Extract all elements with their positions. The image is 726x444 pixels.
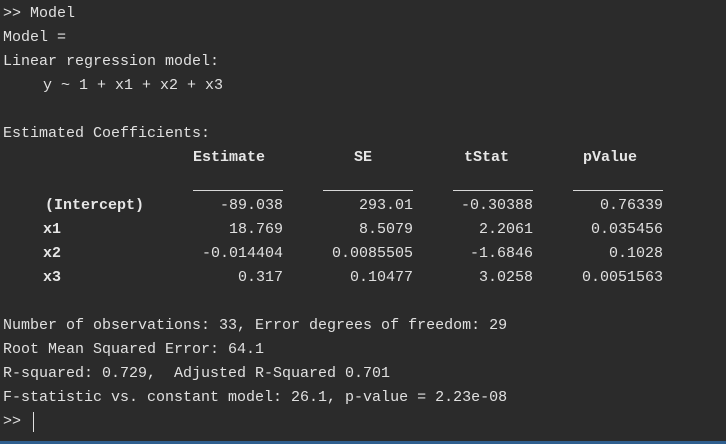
table-cell-se: 8.5079 xyxy=(358,221,413,238)
stat-fstatistic: F-statistic vs. constant model: 26.1, p-… xyxy=(3,389,508,406)
table-cell-se: 0.0085505 xyxy=(331,245,413,262)
text-cursor[interactable] xyxy=(33,412,34,432)
command-echo: >> Model xyxy=(3,5,76,22)
row-label-x2: x2 xyxy=(43,245,62,262)
table-cell-tstat: 3.0258 xyxy=(478,269,533,286)
command-prompt: >> xyxy=(3,413,22,430)
header-underline xyxy=(323,190,413,191)
column-header-se: SE xyxy=(354,149,373,166)
stat-observations: Number of observations: 33, Error degree… xyxy=(3,317,508,334)
header-underline xyxy=(193,190,283,191)
row-label-x1: x1 xyxy=(43,221,62,238)
table-cell-se: 0.10477 xyxy=(349,269,413,286)
table-cell-pvalue: 0.0051563 xyxy=(581,269,663,286)
row-label-intercept: (Intercept) xyxy=(45,197,145,214)
table-cell-estimate: -89.038 xyxy=(219,197,283,214)
table-cell-tstat: 2.2061 xyxy=(478,221,533,238)
stat-rsquared: R-squared: 0.729, Adjusted R-Squared 0.7… xyxy=(3,365,391,382)
row-label-x3: x3 xyxy=(43,269,62,286)
model-formula: y ~ 1 + x1 + x2 + x3 xyxy=(43,77,224,94)
command-window[interactable]: >> Model Model = Linear regression model… xyxy=(0,0,726,441)
table-cell-pvalue: 0.035456 xyxy=(590,221,663,238)
stat-rmse: Root Mean Squared Error: 64.1 xyxy=(3,341,265,358)
header-underline xyxy=(573,190,663,191)
column-header-pvalue: pValue xyxy=(583,149,638,166)
table-cell-tstat: -1.6846 xyxy=(469,245,533,262)
coefficients-title: Estimated Coefficients: xyxy=(3,125,211,142)
column-header-estimate: Estimate xyxy=(193,149,266,166)
table-cell-estimate: 0.317 xyxy=(237,269,283,286)
table-cell-se: 293.01 xyxy=(358,197,413,214)
output-assign: Model = xyxy=(3,29,67,46)
header-underline xyxy=(453,190,533,191)
table-cell-tstat: -0.30388 xyxy=(460,197,533,214)
model-type: Linear regression model: xyxy=(3,53,220,70)
column-header-tstat: tStat xyxy=(464,149,510,166)
table-cell-pvalue: 0.1028 xyxy=(608,245,663,262)
table-cell-estimate: -0.014404 xyxy=(201,245,283,262)
table-cell-estimate: 18.769 xyxy=(228,221,283,238)
table-cell-pvalue: 0.76339 xyxy=(599,197,663,214)
